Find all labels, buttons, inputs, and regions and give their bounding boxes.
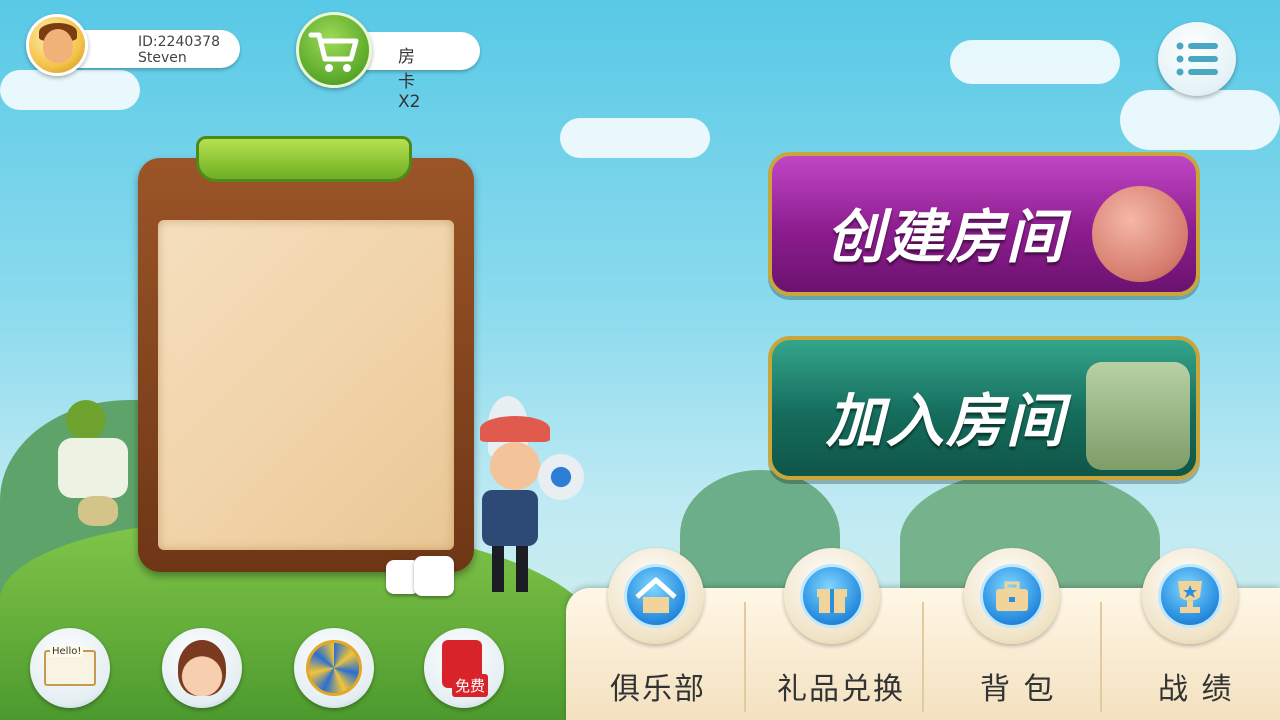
nav-gift-label: 礼品兑换 xyxy=(777,672,905,707)
customer-service-button[interactable] xyxy=(162,628,242,708)
create-room-label: 创建房间 xyxy=(826,203,1067,271)
nav-records-icon-button[interactable] xyxy=(1142,548,1238,644)
megaphone-icon xyxy=(538,454,584,500)
cloud xyxy=(560,118,710,158)
join-room-button[interactable]: 加入房间 xyxy=(768,336,1200,480)
user-profile[interactable]: ID:2240378 Steven xyxy=(26,14,240,76)
notice-board-banner xyxy=(196,136,412,182)
trophy-icon xyxy=(1178,581,1202,613)
nav-backpack-icon-button[interactable] xyxy=(964,548,1060,644)
free-label: 免费 xyxy=(452,674,489,697)
fa-tile-icon xyxy=(1086,362,1190,470)
nav-club-label: 俱乐部 xyxy=(610,672,706,707)
lucky-wheel-button[interactable] xyxy=(294,628,374,708)
nav-club-icon-button[interactable] xyxy=(608,548,704,644)
notice-board-paper xyxy=(158,220,454,550)
gift-icon xyxy=(817,589,847,613)
cartoon-mascot-left xyxy=(58,400,138,530)
dice-icon xyxy=(414,556,454,596)
user-name: Steven xyxy=(138,50,187,66)
divider xyxy=(1100,602,1102,712)
cloud xyxy=(950,40,1120,84)
cart-icon xyxy=(308,32,359,72)
briefcase-icon xyxy=(996,581,1028,611)
avatar-face xyxy=(43,29,73,63)
nav-gift-icon-button[interactable] xyxy=(784,548,880,644)
wheel-icon xyxy=(306,640,362,696)
divider xyxy=(922,602,924,712)
user-info-box: ID:2240378 Steven xyxy=(78,30,240,68)
mail-button[interactable]: Hello! xyxy=(30,628,110,708)
cartoon-girl-megaphone xyxy=(452,396,584,596)
nav-backpack-label: 背 包 xyxy=(980,672,1056,707)
menu-button[interactable] xyxy=(1158,22,1236,96)
house-icon xyxy=(635,577,677,613)
divider xyxy=(744,602,746,712)
create-room-button[interactable]: 创建房间 xyxy=(768,152,1200,296)
notice-board xyxy=(138,158,474,572)
cloud xyxy=(0,70,140,110)
room-card-count: 房卡X2 xyxy=(398,47,421,112)
hello-note: Hello! xyxy=(50,646,84,657)
join-room-label: 加入房间 xyxy=(826,387,1067,455)
user-id: ID:2240378 xyxy=(138,34,220,50)
girl-avatar-icon xyxy=(178,640,226,696)
free-button[interactable]: 免费 xyxy=(424,628,504,708)
avatar[interactable] xyxy=(26,14,88,76)
cloud xyxy=(1120,90,1280,150)
list-menu-icon xyxy=(1176,42,1218,76)
nav-records-label: 战 绩 xyxy=(1158,672,1234,707)
mahjong-tile-icon xyxy=(1092,186,1188,282)
shop-cart-button[interactable] xyxy=(296,12,372,88)
